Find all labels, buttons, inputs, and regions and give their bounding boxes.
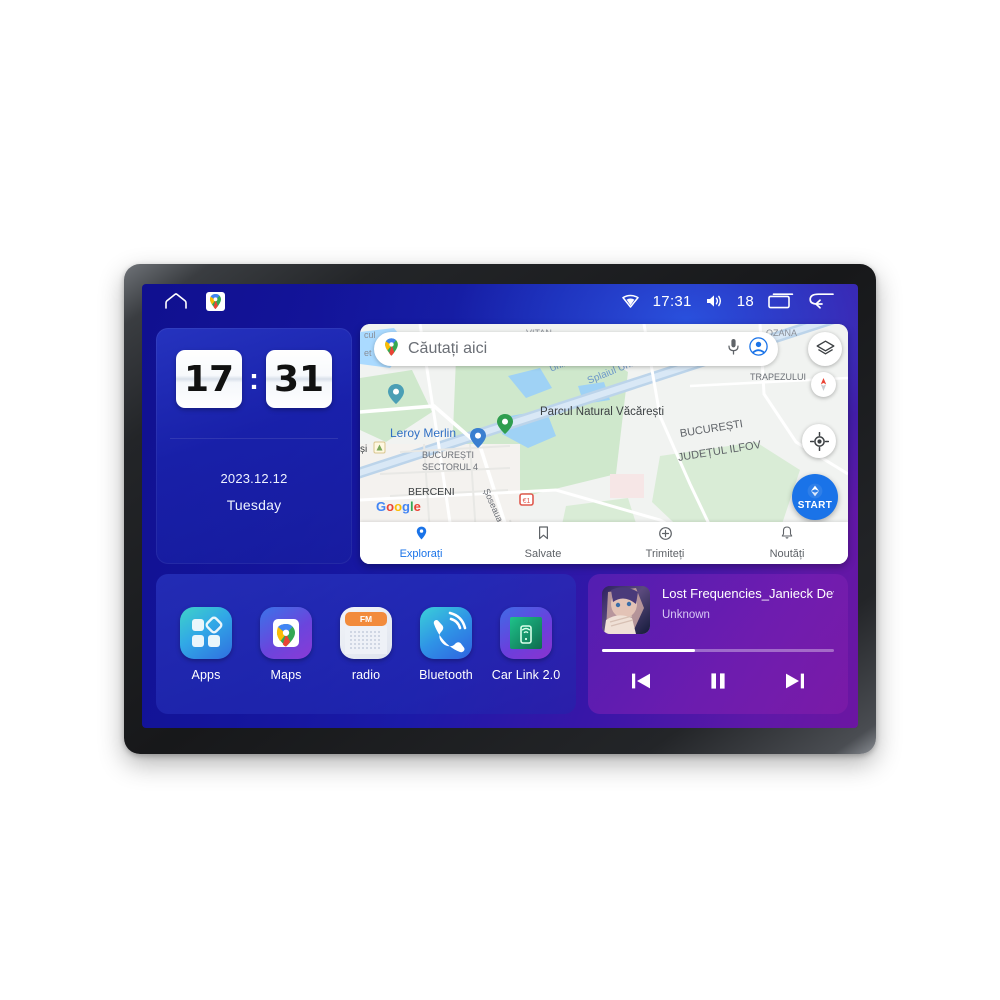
bookmark-icon [538, 526, 549, 545]
google-watermark: Google [376, 499, 421, 514]
playback-progress-bar[interactable] [602, 649, 834, 652]
track-title: Lost Frequencies_Janieck Devy-... [662, 586, 834, 601]
navigation-arrow-icon [807, 483, 823, 499]
svg-text:FM: FM [360, 614, 372, 624]
map-nav-label: Noutăți [769, 548, 805, 560]
google-maps-icon [384, 337, 399, 361]
clock-date: 2023.12.12 [220, 471, 288, 486]
clock-divider [170, 438, 338, 439]
bluetooth-phone-icon [420, 606, 472, 659]
recent-apps-icon[interactable] [768, 293, 794, 309]
google-maps-widget[interactable]: €1 VITANOZANAculetUniriiSplaiul UniriiTR… [360, 324, 848, 564]
app-shortcut-apps[interactable]: Apps [170, 606, 242, 682]
fm-radio-icon: FM [340, 606, 392, 659]
car-link-icon [500, 606, 552, 659]
device-screen: 17:31 18 17 : 31 2023.12.12 Tuesday €1 O… [142, 284, 858, 728]
clock-minutes: 31 [266, 350, 332, 408]
google-maps-icon [260, 606, 312, 659]
clock-weekday: Tuesday [226, 497, 282, 513]
svg-text:€1: €1 [523, 498, 531, 505]
map-nav-explore[interactable]: Explorați [360, 526, 482, 560]
skip-previous-icon[interactable] [626, 668, 656, 694]
car-head-unit-device: 17:31 18 17 : 31 2023.12.12 Tuesday €1 O… [124, 264, 876, 754]
playback-controls [602, 668, 834, 694]
app-shortcuts-dock: Apps Maps FM radio Bluetooth Car Link 2.… [156, 574, 576, 714]
flip-clock: 17 : 31 [156, 328, 352, 408]
map-nav-updates[interactable]: Noutăți [726, 526, 848, 560]
clock-hours: 17 [176, 350, 242, 408]
app-shortcut-maps[interactable]: Maps [250, 606, 322, 682]
app-label: Bluetooth [419, 667, 473, 682]
playback-progress-fill [602, 649, 695, 652]
volume-icon[interactable] [706, 294, 723, 308]
send-circle-icon [658, 526, 672, 545]
map-nav-label: Explorați [399, 548, 443, 560]
app-label: radio [351, 667, 381, 682]
bell-icon [781, 526, 793, 545]
map-start-label: START [797, 500, 833, 511]
map-compass-icon[interactable] [811, 372, 836, 397]
app-label: Car Link 2.0 [491, 667, 561, 682]
status-bar: 17:31 18 [142, 284, 858, 318]
map-bottom-nav: Explorați Salvate Trimiteți Noutăți [360, 522, 848, 564]
map-nav-saved[interactable]: Salvate [482, 526, 604, 560]
app-shortcut-car-link[interactable]: Car Link 2.0 [490, 606, 562, 682]
map-my-location-button[interactable] [802, 424, 836, 458]
map-nav-label: Trimiteți [645, 547, 685, 560]
home-outline-icon[interactable] [164, 293, 188, 309]
app-label: Apps [191, 667, 221, 682]
clock-widget[interactable]: 17 : 31 2023.12.12 Tuesday [156, 328, 352, 564]
map-search-bar[interactable]: Căutați aici [374, 332, 778, 366]
map-nav-label: Salvate [524, 548, 562, 560]
skip-next-icon[interactable] [780, 668, 810, 694]
map-layers-button[interactable] [808, 332, 842, 366]
clock-separator: : [249, 362, 259, 396]
map-search-placeholder[interactable]: Căutați aici [408, 340, 718, 358]
app-shortcut-radio[interactable]: FM radio [330, 606, 402, 682]
app-shortcut-bluetooth[interactable]: Bluetooth [410, 606, 482, 682]
pause-icon[interactable] [703, 668, 733, 694]
apps-grid-icon [180, 606, 232, 659]
album-art [602, 586, 650, 634]
account-circle-icon[interactable] [749, 337, 768, 361]
music-player-widget[interactable]: Lost Frequencies_Janieck Devy-... Unknow… [588, 574, 848, 714]
map-nav-contribute[interactable]: Trimiteți [604, 526, 726, 560]
pin-icon [416, 526, 427, 545]
wifi-icon [621, 294, 639, 308]
track-artist: Unknown [662, 608, 710, 621]
back-arrow-icon[interactable] [808, 292, 834, 310]
screenshot-canvas: 17:31 18 17 : 31 2023.12.12 Tuesday €1 O… [0, 0, 1000, 1000]
volume-value: 18 [736, 292, 754, 310]
google-maps-icon[interactable] [206, 291, 225, 311]
microphone-icon[interactable] [727, 338, 740, 360]
map-start-navigation-button[interactable]: START [792, 474, 838, 520]
status-time: 17:31 [652, 292, 692, 310]
app-label: Maps [270, 667, 302, 682]
